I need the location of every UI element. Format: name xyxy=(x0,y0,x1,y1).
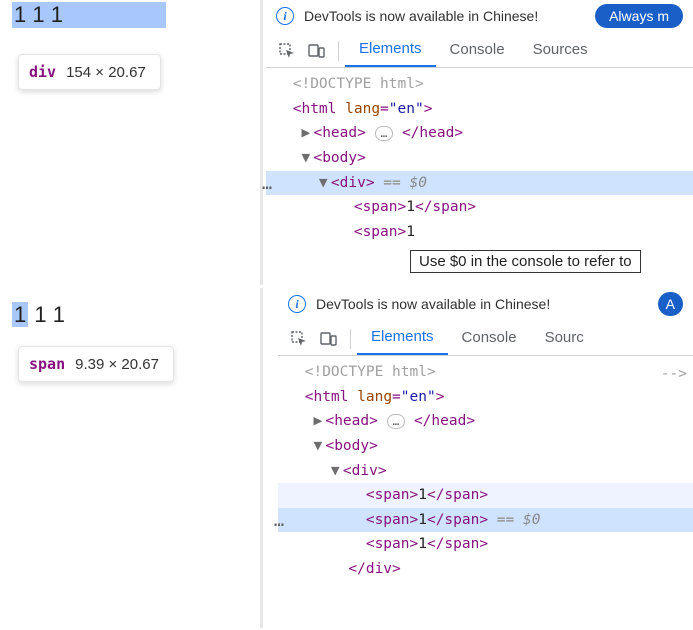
elements-tree-bottom[interactable]: --> <!DOCTYPE html> <html lang="en"> ▶<h… xyxy=(278,356,693,582)
tree-span-c[interactable]: <span>1</span> xyxy=(278,532,693,557)
tree-html[interactable]: <html lang="en"> xyxy=(278,385,693,410)
inspect-icon[interactable] xyxy=(284,323,314,355)
tooltip-dimensions: 154 × 20.67 xyxy=(66,64,146,81)
inspect-icon[interactable] xyxy=(272,35,302,67)
tree-html[interactable]: <html lang="en"> xyxy=(266,97,693,122)
inspector-tooltip-div: div 154 × 20.67 xyxy=(18,54,161,90)
devtools-bottom: i DevTools is now available in Chinese! … xyxy=(278,288,693,628)
tree-span-1[interactable]: <span>1</span> xyxy=(266,195,693,220)
tree-body[interactable]: ▼<body> xyxy=(278,434,693,459)
tab-console[interactable]: Console xyxy=(448,323,531,354)
tooltip-tag: span xyxy=(29,355,65,373)
page-preview-top: 1 1 1 div 154 × 20.67 xyxy=(0,0,255,285)
row-rest: 1 1 xyxy=(28,302,65,327)
tree-div-selected[interactable]: ⋯ ▼<div> == $0 xyxy=(266,171,693,196)
tooltip-dimensions: 9.39 × 20.67 xyxy=(75,356,159,373)
tree-div-close[interactable]: </div> xyxy=(278,557,693,582)
tree-div[interactable]: ▼<div> xyxy=(278,459,693,484)
info-icon: i xyxy=(276,7,294,25)
info-text: DevTools is now available in Chinese! xyxy=(316,296,648,312)
tree-doctype[interactable]: <!DOCTYPE html> xyxy=(278,360,693,385)
always-button[interactable]: A xyxy=(658,292,683,316)
always-button[interactable]: Always m xyxy=(595,4,683,28)
devtools-toolbar: Elements Console Sources xyxy=(266,34,693,68)
tab-sources[interactable]: Sources xyxy=(519,35,602,66)
device-icon[interactable] xyxy=(302,35,332,67)
highlighted-span-row: 1 1 1 xyxy=(0,288,255,328)
tab-sources[interactable]: Sourc xyxy=(531,323,598,354)
tab-elements[interactable]: Elements xyxy=(345,34,436,67)
devtools-top: i DevTools is now available in Chinese! … xyxy=(266,0,693,285)
tree-doctype[interactable]: <!DOCTYPE html> xyxy=(266,72,693,97)
highlighted-div-row: 1 1 1 xyxy=(0,0,255,28)
console-ref-tooltip: Use $0 in the console to refer to xyxy=(410,250,641,273)
highlighted-span: 1 xyxy=(12,302,28,327)
tree-head[interactable]: ▶<head> … </head> xyxy=(266,121,693,146)
tree-span-a[interactable]: <span>1</span> xyxy=(278,483,693,508)
tree-head[interactable]: ▶<head> … </head> xyxy=(278,409,693,434)
elements-tree-top[interactable]: <!DOCTYPE html> <html lang="en"> ▶<head>… xyxy=(266,68,693,244)
tree-body[interactable]: ▼<body> xyxy=(266,146,693,171)
info-text: DevTools is now available in Chinese! xyxy=(304,8,585,24)
info-bar: i DevTools is now available in Chinese! … xyxy=(278,288,693,322)
tab-console[interactable]: Console xyxy=(436,35,519,66)
inspector-tooltip-span: span 9.39 × 20.67 xyxy=(18,346,174,382)
info-bar: i DevTools is now available in Chinese! … xyxy=(266,0,693,34)
page-preview-bottom: 1 1 1 span 9.39 × 20.67 xyxy=(0,288,255,628)
tree-span-b-selected[interactable]: ⋯ <span>1</span> == $0 xyxy=(278,508,693,533)
ellipsis-badge[interactable]: … xyxy=(375,126,394,141)
devtools-toolbar: Elements Console Sourc xyxy=(278,322,693,356)
highlighted-div: 1 1 1 xyxy=(12,2,166,28)
tab-elements[interactable]: Elements xyxy=(357,322,448,355)
tree-span-2[interactable]: <span>1 xyxy=(266,220,693,245)
info-icon: i xyxy=(288,295,306,313)
device-icon[interactable] xyxy=(314,323,344,355)
tooltip-tag: div xyxy=(29,63,56,81)
ellipsis-badge[interactable]: … xyxy=(387,414,406,429)
